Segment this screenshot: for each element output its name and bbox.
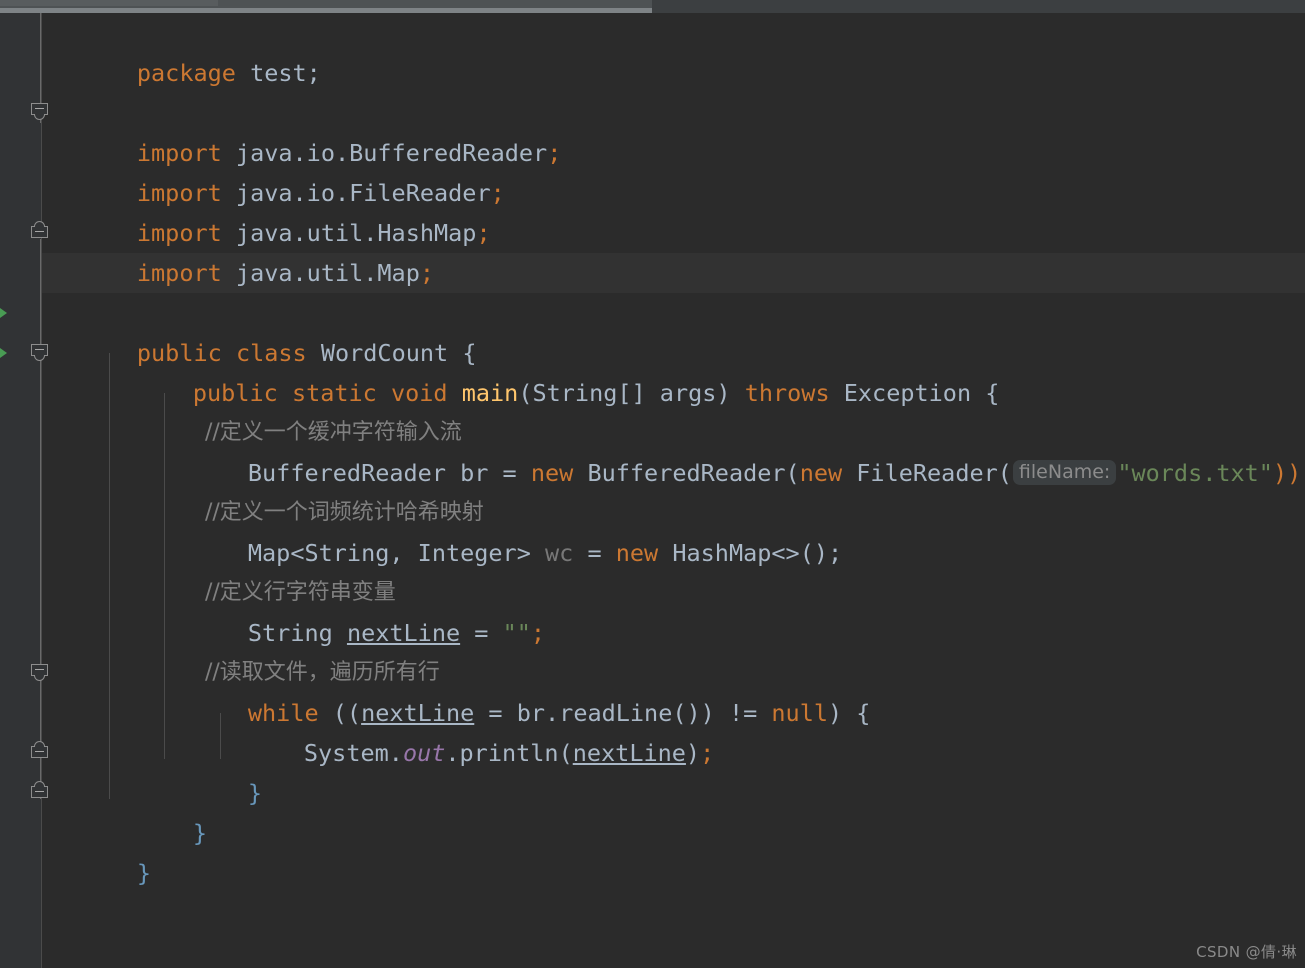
token-semicolon-1: ; — [547, 139, 562, 167]
token-semicolon-5: ; — [530, 619, 546, 647]
token-println: .println( — [445, 739, 573, 767]
code-line-12[interactable]: //定义一个词频统计哈希映射 — [42, 453, 484, 525]
watermark-text: CSDN @倩·琳 — [1196, 943, 1297, 961]
token-package-name: test; — [235, 59, 321, 87]
token-semicolon-6: ; — [700, 739, 715, 767]
code-line-3[interactable]: import java.io.BufferedReader; — [42, 93, 561, 167]
parameter-hint-filename: fileName: — [1012, 460, 1117, 485]
token-brace-close-main: } — [192, 819, 208, 847]
token-string-empty: "" — [502, 619, 531, 647]
token-import-map: java.util.Map — [221, 259, 420, 287]
code-line-8[interactable]: public class WordCount { — [42, 293, 477, 367]
token-method-main: main — [461, 379, 519, 407]
token-while-tail: ) { — [828, 699, 871, 727]
token-br-decl-tail: )); — [1272, 459, 1305, 487]
run-main-arrow-icon[interactable] — [0, 348, 7, 358]
token-exception-type: Exception { — [829, 379, 1000, 407]
code-line-15[interactable]: String nextLine = ""; — [42, 573, 545, 647]
code-line-1[interactable]: package test; — [42, 13, 321, 87]
code-editor[interactable]: package test; import java.io.BufferedRea… — [0, 13, 1305, 968]
token-hashmap-ctor: HashMap<>(); — [658, 539, 843, 567]
token-variable-nextline-arg: nextLine — [572, 739, 686, 767]
horizontal-scrollbar-track[interactable] — [0, 0, 652, 8]
token-keyword-import-4: import — [136, 259, 222, 287]
code-line-17[interactable]: while ((nextLine = br.readLine()) != nul… — [42, 653, 871, 727]
token-string-words-txt: "words.txt" — [1117, 459, 1273, 487]
token-brace-close-class: } — [136, 859, 152, 887]
code-line-20[interactable]: } — [42, 773, 207, 847]
code-content[interactable]: package test; import java.io.BufferedRea… — [42, 13, 1305, 968]
code-line-11[interactable]: BufferedReader br = new BufferedReader(n… — [42, 413, 1305, 487]
token-keyword-null: null — [771, 699, 828, 727]
token-br-ctor: BufferedReader( — [573, 459, 800, 487]
horizontal-scrollbar-thumb[interactable] — [0, 0, 218, 6]
code-line-19[interactable]: } — [42, 733, 262, 807]
code-line-14[interactable]: //定义行字符串变量 — [42, 533, 396, 605]
token-keyword-throws: throws — [744, 379, 830, 407]
token-filereader-ctor: FileReader( — [842, 459, 1012, 487]
token-static-field-out: out — [402, 739, 446, 767]
token-variable-wc: wc — [545, 539, 574, 567]
token-main-args: (String[] args) — [518, 379, 731, 407]
code-line-10[interactable]: //定义一个缓冲字符输入流 — [42, 373, 462, 445]
code-line-18[interactable]: System.out.println(nextLine); — [42, 693, 714, 767]
code-line-13[interactable]: Map<String, Integer> wc = new HashMap<>(… — [42, 493, 842, 567]
token-keyword-package: package — [136, 59, 236, 87]
token-keyword-new-1: new — [530, 459, 574, 487]
run-class-arrow-icon[interactable] — [0, 308, 7, 318]
code-line-9[interactable]: public static void main(String[] args) t… — [42, 333, 1000, 407]
token-semicolon-3: ; — [476, 219, 491, 247]
code-line-21[interactable]: } — [42, 813, 151, 887]
token-keyword-new-3: new — [615, 539, 659, 567]
code-line-16[interactable]: //读取文件，遍历所有行 — [42, 613, 440, 685]
token-semicolon-2: ; — [490, 179, 505, 207]
code-line-6[interactable]: import java.util.Map; — [42, 213, 434, 287]
token-brace-close-while: } — [247, 779, 263, 807]
code-line-5[interactable]: import java.util.HashMap; — [42, 173, 491, 247]
token-keyword-new-2: new — [799, 459, 843, 487]
token-system: System. — [303, 739, 403, 767]
fold-rail-class — [40, 239, 41, 799]
code-line-4[interactable]: import java.io.FileReader; — [42, 133, 505, 207]
token-semicolon-4: ; — [419, 259, 435, 287]
editor-gutter[interactable] — [0, 13, 41, 968]
